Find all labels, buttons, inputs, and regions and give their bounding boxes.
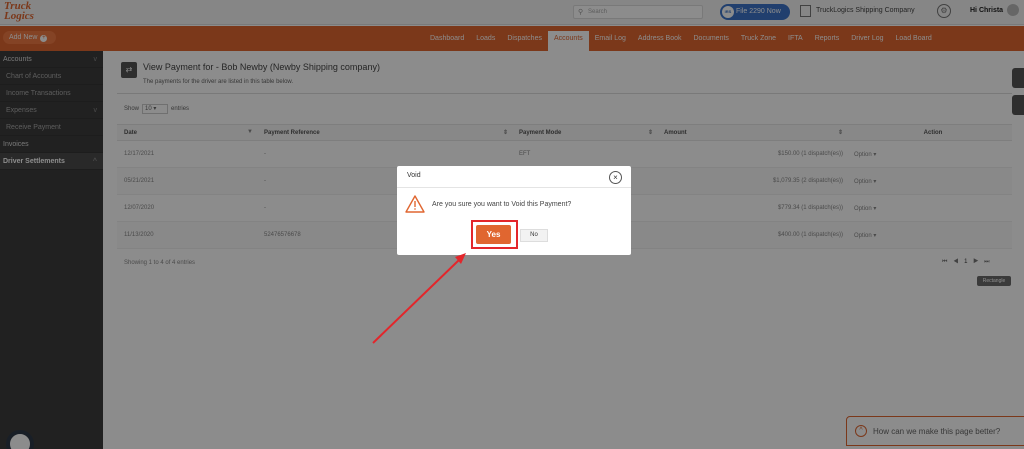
close-icon[interactable]: × — [609, 171, 622, 184]
dialog-message: Are you sure you want to Void this Payme… — [432, 201, 572, 208]
warning-icon — [405, 195, 425, 213]
yes-button[interactable]: Yes — [476, 225, 511, 244]
dialog-title: Void — [407, 172, 421, 179]
divider — [397, 187, 631, 188]
no-button[interactable]: No — [520, 229, 548, 242]
